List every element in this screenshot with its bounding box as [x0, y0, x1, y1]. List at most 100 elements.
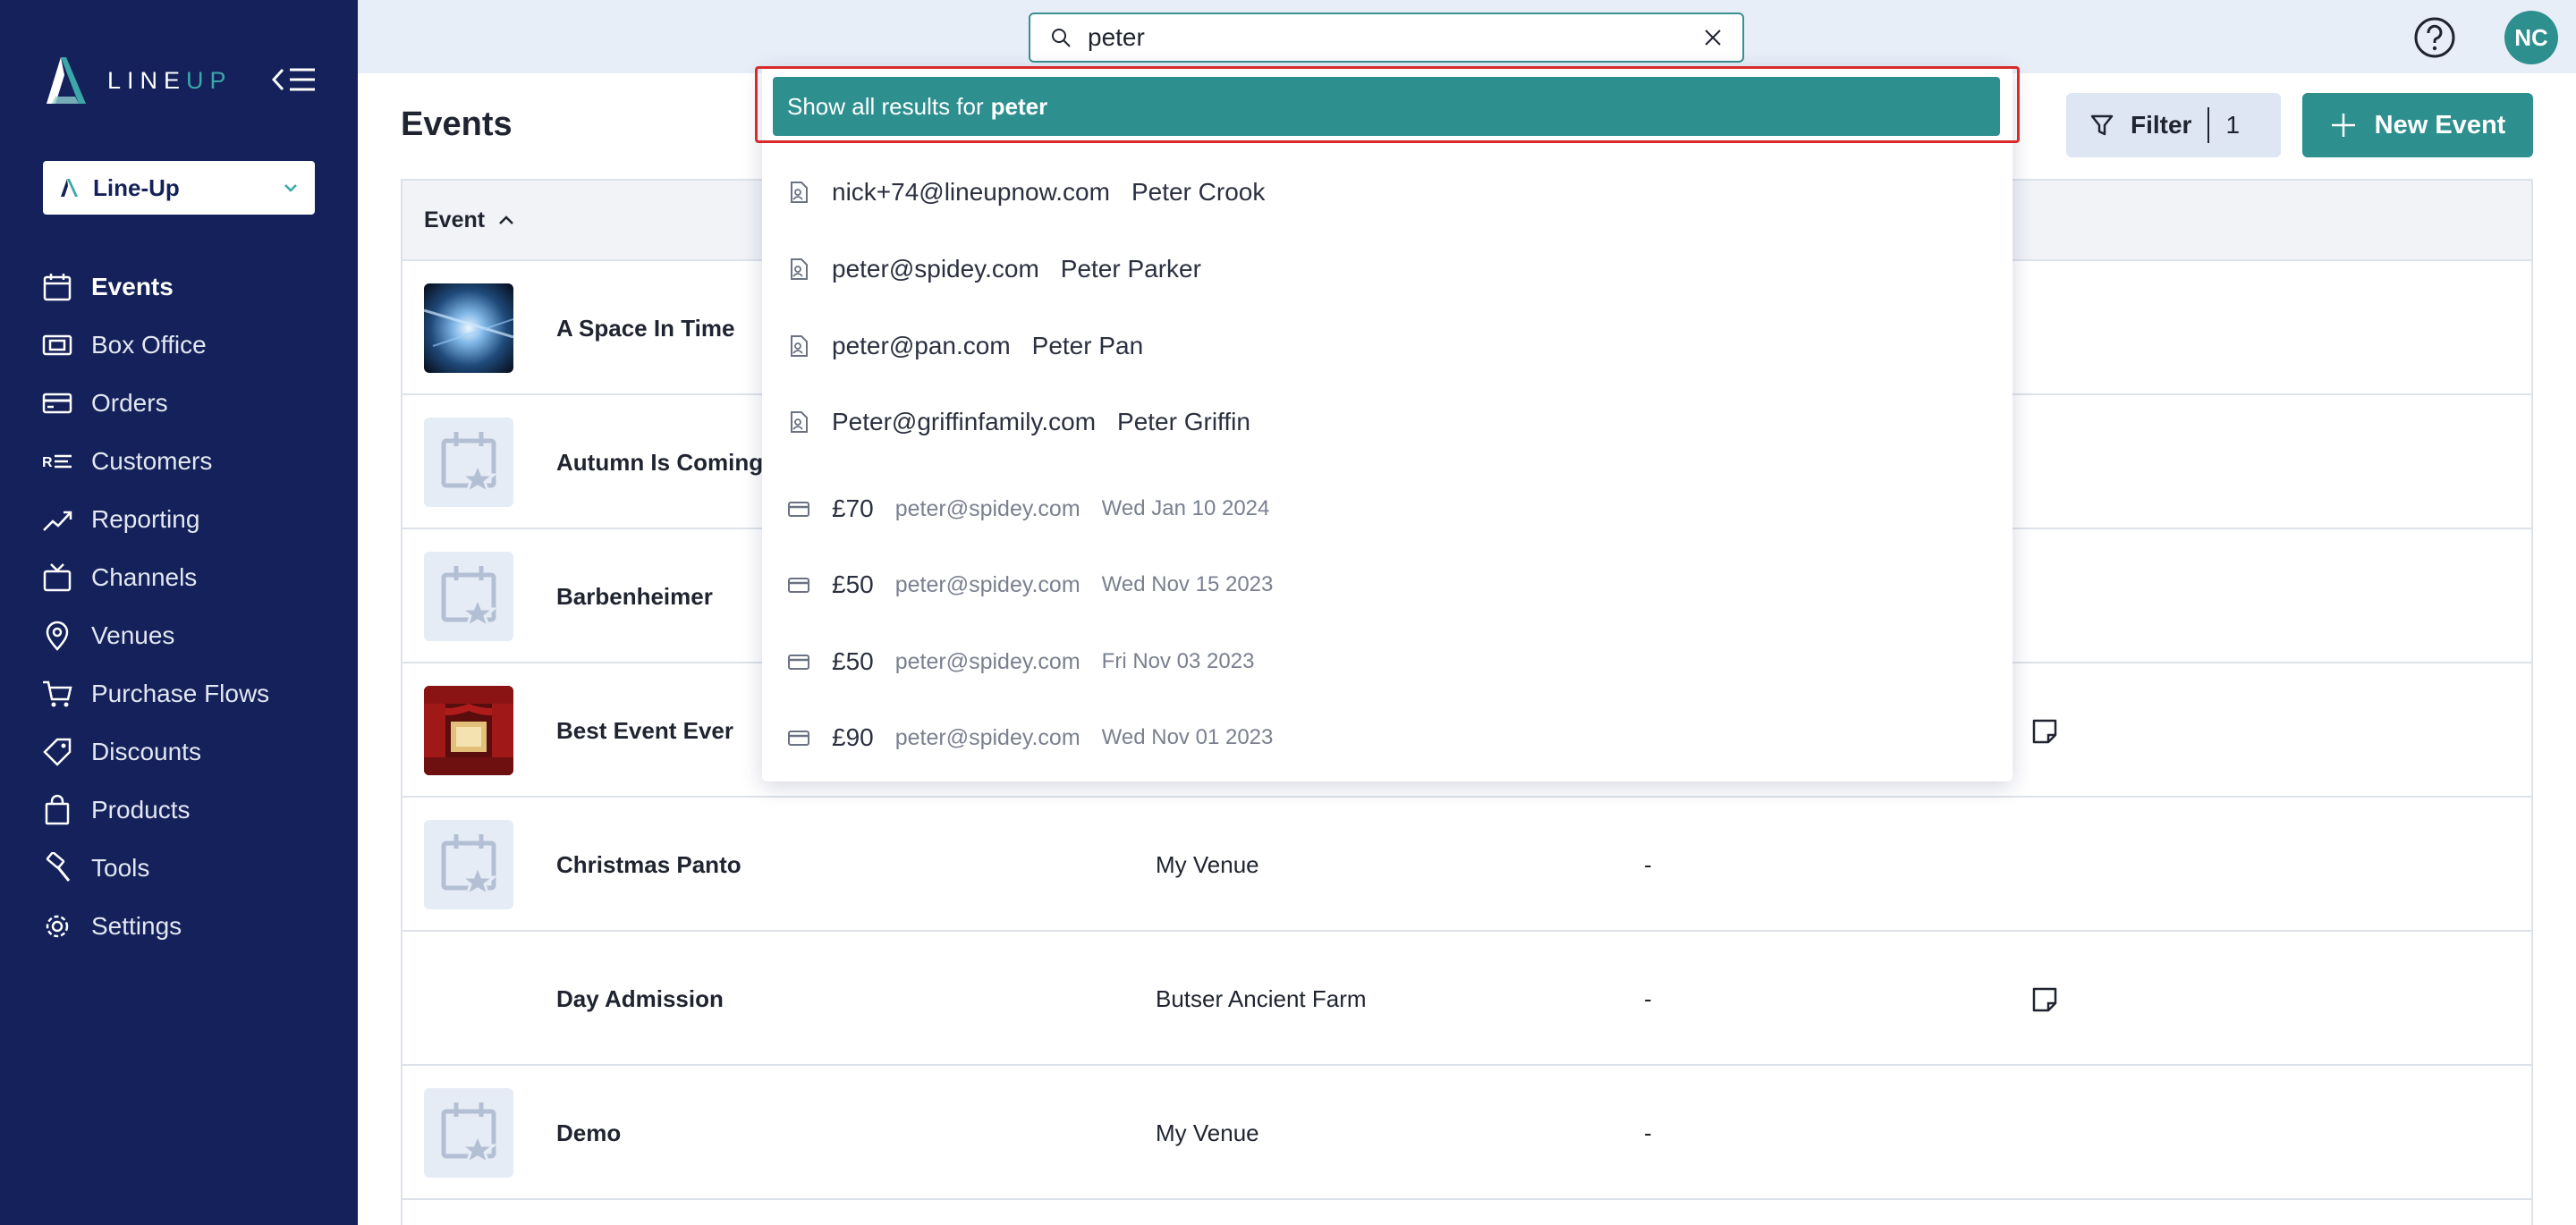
event-name[interactable]: A Space In Time: [556, 261, 734, 395]
trending-chart-icon: [43, 511, 72, 531]
customer-file-icon: [791, 335, 808, 357]
credit-card-icon: [788, 731, 809, 746]
table-row[interactable]: Demo My Venue -: [402, 1066, 2531, 1200]
customer-result[interactable]: Peter@griffinfamily.com Peter Griffin: [762, 384, 2012, 460]
sidebar-item-tools[interactable]: Tools: [41, 839, 345, 897]
show-all-results-button[interactable]: Show all results for peter: [773, 77, 2000, 136]
sidebar-item-label: Products: [91, 795, 191, 824]
sidebar-item-venues[interactable]: Venues: [41, 606, 345, 664]
sidebar-item-label: Box Office: [91, 330, 207, 359]
lineup-small-icon: [61, 179, 78, 197]
order-result[interactable]: £70 peter@spidey.com Wed Jan 10 2024: [762, 470, 2012, 547]
new-event-label: New Event: [2374, 110, 2506, 139]
sidebar-item-events[interactable]: Events: [41, 258, 345, 316]
help-button[interactable]: [2413, 16, 2456, 59]
page-title: Events: [401, 106, 513, 143]
calendar-star-icon: [441, 566, 498, 630]
note-icon[interactable]: [2030, 717, 2059, 746]
sort-ascending-icon[interactable]: [497, 214, 515, 226]
table-row[interactable]: Day Admission Butser Ancient Farm -: [402, 932, 2531, 1066]
customer-result[interactable]: peter@spidey.com Peter Parker: [762, 231, 2012, 308]
event-name[interactable]: Christmas Panto: [556, 798, 741, 932]
theatre-image: [424, 686, 513, 775]
customer-email: peter@pan.com: [832, 332, 1011, 359]
help-icon: [2414, 17, 2455, 58]
show-all-query: peter: [990, 92, 1048, 120]
event-name[interactable]: Day Admission: [556, 932, 724, 1066]
new-event-button[interactable]: New Event: [2302, 93, 2533, 157]
sidebar-item-settings[interactable]: Settings: [41, 897, 345, 955]
credit-card-icon: [42, 393, 72, 413]
customer-email: Peter@griffinfamily.com: [832, 408, 1097, 435]
collapse-menu-icon: [271, 68, 315, 91]
order-email: peter@spidey.com: [894, 571, 1080, 597]
order-result[interactable]: £90 peter@spidey.com Wed Nov 01 2023: [762, 699, 2012, 776]
order-date: Wed Nov 15 2023: [1101, 572, 1274, 596]
filter-count: 1: [2225, 111, 2241, 139]
sidebar-item-purchase-flows[interactable]: Purchase Flows: [41, 664, 345, 722]
sidebar-item-label: Tools: [91, 853, 150, 882]
filter-divider: [2207, 107, 2210, 143]
sidebar-item-label: Reporting: [91, 504, 200, 533]
filter-button[interactable]: Filter 1: [2066, 93, 2281, 157]
show-all-prefix: Show all results for: [787, 92, 984, 120]
column-header-event[interactable]: Event: [424, 207, 485, 233]
credit-card-icon: [788, 578, 809, 593]
customer-name: Peter Parker: [1060, 255, 1201, 283]
sidebar-item-customers[interactable]: R Customers: [41, 432, 345, 490]
sidebar-item-label: Purchase Flows: [91, 679, 270, 707]
event-venue: My Venue: [1156, 1119, 1259, 1146]
customer-result[interactable]: peter@pan.com Peter Pan: [762, 308, 2012, 384]
calendar-star-icon: [441, 432, 498, 496]
lineup-logo[interactable]: LINEUP: [43, 55, 233, 106]
order-amount: £50: [832, 570, 874, 598]
search-input[interactable]: [1088, 23, 1687, 52]
calendar-icon: [43, 273, 72, 300]
svg-text:R: R: [42, 455, 53, 470]
order-amount: £90: [832, 723, 874, 751]
search-icon: [1052, 29, 1071, 47]
customer-name: Peter Crook: [1131, 178, 1266, 206]
event-name[interactable]: Autumn Is Coming: [556, 395, 763, 529]
sidebar-item-box-office[interactable]: Box Office: [41, 316, 345, 374]
event-venue: Butser Ancient Farm: [1156, 984, 1367, 1012]
sidebar-item-discounts[interactable]: Discounts: [41, 722, 345, 781]
sidebar-item-label: Orders: [91, 388, 168, 417]
event-thumbnail: [424, 686, 513, 775]
organisation-label: Line-Up: [93, 173, 180, 201]
map-pin-icon: [46, 621, 69, 651]
table-row[interactable]: Christmas Panto My Venue -: [402, 798, 2531, 932]
tv-icon: [43, 562, 72, 591]
event-name[interactable]: Demo: [556, 1066, 621, 1200]
search-box[interactable]: [1029, 13, 1744, 63]
sidebar-item-channels[interactable]: Channels: [41, 548, 345, 606]
event-name[interactable]: Barbenheimer: [556, 529, 713, 663]
gear-icon: [46, 915, 69, 937]
order-result[interactable]: £50 peter@spidey.com Wed Nov 15 2023: [762, 546, 2012, 623]
organisation-select[interactable]: Line-Up: [43, 161, 315, 215]
calendar-star-icon: [441, 834, 498, 899]
customer-file-icon: [791, 411, 808, 433]
order-date: Wed Jan 10 2024: [1101, 496, 1270, 520]
note-icon[interactable]: [2030, 985, 2059, 1014]
order-result[interactable]: £50 peter@spidey.com Fri Nov 03 2023: [762, 623, 2012, 700]
sidebar-item-orders[interactable]: Orders: [41, 374, 345, 432]
event-date-empty: -: [1644, 1119, 1652, 1146]
clear-search-icon[interactable]: [1703, 28, 1723, 47]
event-name[interactable]: Best Event Ever: [556, 663, 733, 798]
event-thumbnail: [424, 1088, 513, 1178]
sidebar-item-label: Channels: [91, 562, 198, 591]
event-thumbnail: [424, 283, 513, 373]
sidebar: LINEUP Line-Up Events Box Office Orders …: [0, 0, 358, 1225]
contacts-list-icon: R: [42, 454, 72, 470]
sidebar-item-label: Customers: [91, 446, 213, 475]
customer-result[interactable]: nick+74@lineupnow.com Peter Crook: [762, 154, 2012, 231]
filter-icon: [2090, 114, 2114, 136]
sidebar-item-reporting[interactable]: Reporting: [41, 490, 345, 548]
customer-name: Peter Griffin: [1117, 408, 1250, 435]
event-thumbnail: [424, 954, 513, 1043]
event-thumbnail: [424, 418, 513, 507]
sidebar-item-products[interactable]: Products: [41, 781, 345, 839]
collapse-sidebar-button[interactable]: [271, 64, 317, 95]
avatar[interactable]: NC: [2504, 11, 2558, 64]
